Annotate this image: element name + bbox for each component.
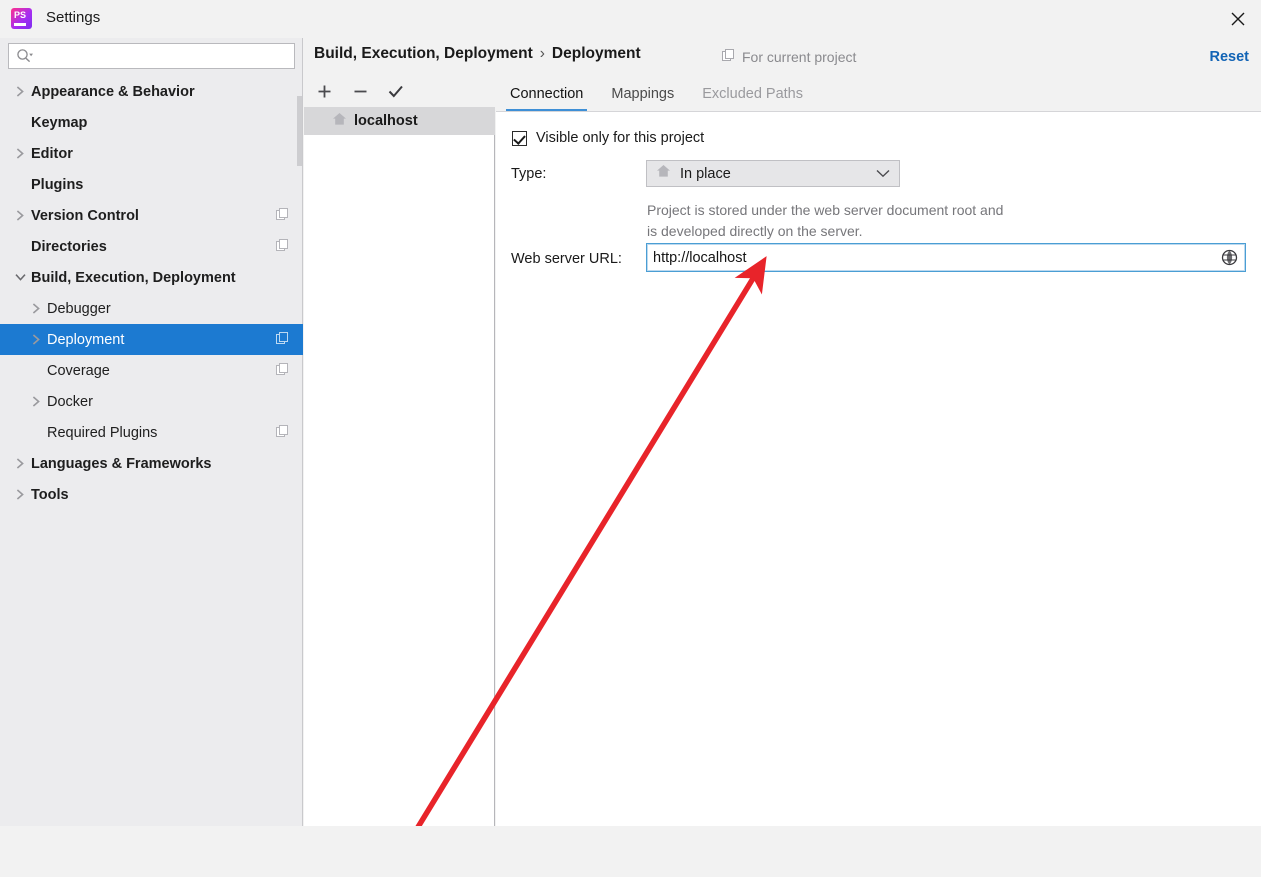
home-icon: [332, 112, 347, 131]
tab-mappings[interactable]: Mappings: [597, 78, 688, 112]
sidebar-item-label: Keymap: [31, 114, 88, 131]
sidebar-item-label: Languages & Frameworks: [31, 455, 212, 472]
window-title: Settings: [46, 9, 101, 26]
web-server-url-field[interactable]: [646, 243, 1246, 272]
sidebar-item-label: Required Plugins: [47, 424, 158, 441]
sidebar-item-label: Directories: [31, 238, 107, 255]
home-icon: [656, 164, 671, 183]
sidebar-item-label: Deployment: [47, 331, 125, 348]
sidebar-item-label: Docker: [47, 393, 93, 410]
project-scope-icon: [276, 332, 289, 350]
sidebar-item-languages-frameworks[interactable]: Languages & Frameworks: [0, 448, 303, 479]
settings-tree: Appearance & Behavior Keymap Editor Plugins…: [0, 76, 303, 510]
web-server-url-input[interactable]: [647, 245, 1221, 270]
chevron-down-icon: [876, 165, 890, 183]
chevron-right-icon[interactable]: [12, 138, 28, 169]
server-name: localhost: [354, 113, 418, 129]
set-default-server-button[interactable]: [385, 81, 407, 103]
settings-tabs: Connection Mappings Excluded Paths: [496, 76, 1261, 112]
sidebar-item-deployment[interactable]: Deployment: [0, 324, 303, 355]
copy-icon: [722, 49, 735, 65]
chevron-down-icon[interactable]: [12, 262, 28, 293]
connection-tab-content: Visible only for this project Type: In p…: [496, 112, 1261, 826]
dialog-footer: ? OK Cancel https://blog.csdn.net/q 亿速云: [0, 826, 1261, 877]
globe-icon[interactable]: [1221, 249, 1238, 266]
sidebar-item-plugins[interactable]: Plugins: [0, 169, 303, 200]
breadcrumb-item-1: Deployment: [551, 45, 641, 62]
server-list-item-localhost[interactable]: localhost: [304, 107, 495, 135]
server-list-panel: localhost: [304, 76, 495, 826]
breadcrumb: Build, Execution, Deployment › Deployment: [314, 45, 641, 63]
sidebar-item-build-execution-deployment[interactable]: Build, Execution, Deployment: [0, 262, 303, 293]
chevron-right-icon[interactable]: [12, 76, 28, 107]
type-label: Type:: [511, 166, 547, 182]
type-hint-line-1: Project is stored under the web server d…: [647, 202, 1004, 218]
sidebar-item-label: Plugins: [31, 176, 84, 193]
for-current-project-text: For current project: [742, 49, 857, 65]
sidebar-item-label: Appearance & Behavior: [31, 83, 195, 100]
sidebar-item-version-control[interactable]: Version Control: [0, 200, 303, 231]
tab-connection[interactable]: Connection: [496, 78, 597, 112]
type-hint: Project is stored under the web server d…: [647, 200, 1147, 242]
tab-label: Excluded Paths: [702, 86, 803, 102]
close-icon[interactable]: [1215, 0, 1261, 38]
chevron-right-icon[interactable]: [28, 293, 44, 324]
sidebar-item-appearance-behavior[interactable]: Appearance & Behavior: [0, 76, 303, 107]
visible-only-checkbox[interactable]: [512, 130, 527, 146]
tab-label: Connection: [510, 86, 584, 102]
server-toolbar: [304, 76, 495, 107]
for-current-project-label: For current project: [722, 49, 856, 65]
sidebar-item-keymap[interactable]: Keymap: [0, 107, 303, 138]
chevron-right-icon[interactable]: [28, 386, 44, 417]
project-scope-icon: [276, 239, 289, 257]
type-hint-line-2: is developed directly on the server.: [647, 223, 863, 239]
visible-only-checkbox-row[interactable]: Visible only for this project: [512, 130, 704, 146]
chevron-right-icon[interactable]: [12, 200, 28, 231]
sidebar-item-docker[interactable]: Docker: [0, 386, 303, 417]
tab-label: Mappings: [611, 86, 675, 102]
title-bar: PS Settings: [0, 0, 1261, 38]
settings-dialog: PS Settings Appearance & Behavior Keymap E…: [0, 0, 1261, 877]
add-server-button[interactable]: [313, 81, 335, 103]
project-scope-icon: [276, 363, 289, 381]
search-input[interactable]: [34, 45, 294, 67]
sidebar-scrollbar[interactable]: [297, 38, 302, 826]
sidebar-item-label: Build, Execution, Deployment: [31, 269, 236, 286]
sidebar-item-coverage[interactable]: Coverage: [0, 355, 303, 386]
phpstorm-icon: PS: [11, 8, 32, 29]
project-scope-icon: [276, 208, 289, 226]
web-server-url-label: Web server URL:: [511, 251, 622, 267]
sidebar-item-label: Tools: [31, 486, 69, 503]
visible-only-label: Visible only for this project: [536, 130, 705, 146]
reset-link[interactable]: Reset: [1210, 49, 1250, 65]
chevron-right-icon[interactable]: [12, 479, 28, 510]
breadcrumb-separator: ›: [539, 45, 545, 62]
remove-server-button[interactable]: [349, 81, 371, 103]
sidebar-item-directories[interactable]: Directories: [0, 231, 303, 262]
sidebar-item-required-plugins[interactable]: Required Plugins: [0, 417, 303, 448]
tab-excluded-paths[interactable]: Excluded Paths: [688, 78, 817, 112]
type-dropdown-value: In place: [680, 165, 731, 182]
sidebar-item-editor[interactable]: Editor: [0, 138, 303, 169]
breadcrumb-item-0: Build, Execution, Deployment: [314, 45, 533, 62]
sidebar-item-label: Version Control: [31, 207, 139, 224]
sidebar-scrollbar-thumb[interactable]: [297, 96, 302, 166]
type-dropdown[interactable]: In place: [646, 160, 900, 187]
sidebar-item-tools[interactable]: Tools: [0, 479, 303, 510]
chevron-right-icon[interactable]: [28, 324, 44, 355]
search-field[interactable]: [8, 43, 295, 69]
sidebar-item-label: Debugger: [47, 300, 111, 317]
chevron-right-icon[interactable]: [12, 448, 28, 479]
project-scope-icon: [276, 425, 289, 443]
settings-sidebar: Appearance & Behavior Keymap Editor Plugins…: [0, 38, 303, 826]
sidebar-item-label: Coverage: [47, 362, 110, 379]
sidebar-item-label: Editor: [31, 145, 73, 162]
sidebar-item-debugger[interactable]: Debugger: [0, 293, 303, 324]
search-icon: [16, 48, 34, 64]
